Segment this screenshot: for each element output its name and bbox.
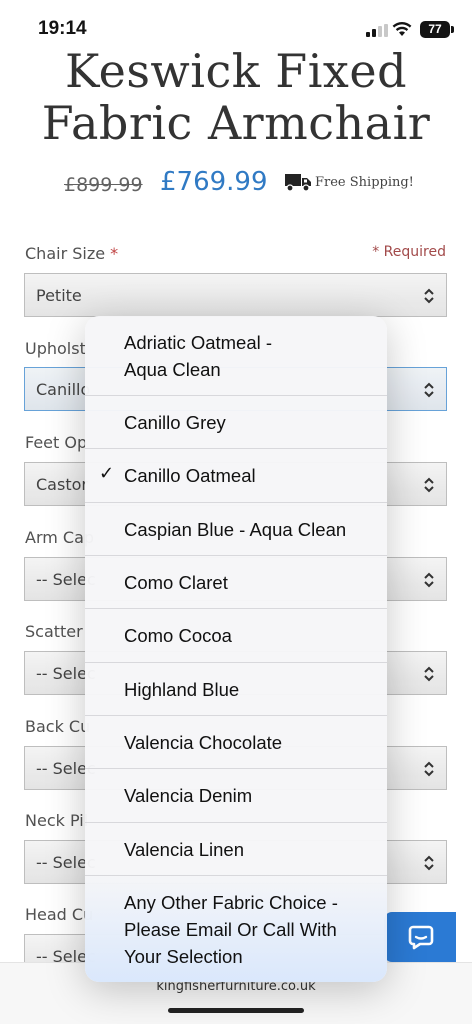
picker-option[interactable]: Caspian Blue - Aqua Clean (85, 503, 387, 556)
option-label: Your Selection (124, 946, 243, 967)
option-label: Valencia Linen (124, 839, 244, 860)
picker-option[interactable]: Highland Blue (85, 663, 387, 716)
option-label: Como Cocoa (124, 625, 232, 646)
option-label: Highland Blue (124, 679, 240, 700)
option-label: Adriatic Oatmeal - (124, 332, 273, 353)
option-label: Valencia Chocolate (124, 732, 283, 753)
upholstery-picker: Adriatic Oatmeal - Aqua Clean Canillo Gr… (85, 316, 387, 982)
picker-option[interactable]: Como Claret (85, 556, 387, 609)
option-label: Canillo Oatmeal (124, 465, 256, 486)
option-label: Any Other Fabric Choice - (124, 892, 338, 913)
picker-option[interactable]: Canillo Grey (85, 396, 387, 449)
option-label: Caspian Blue - Aqua Clean (124, 519, 347, 540)
picker-option[interactable]: Como Cocoa (85, 609, 387, 663)
option-label: Como Claret (124, 572, 228, 593)
picker-option[interactable]: Valencia Denim (85, 769, 387, 823)
checkmark-icon: ✓ (99, 463, 115, 484)
option-label: Aqua Clean (124, 359, 221, 380)
option-label: Valencia Denim (124, 785, 253, 806)
picker-option[interactable]: Any Other Fabric Choice - Please Email O… (85, 876, 387, 982)
option-label: Please Email Or Call With (124, 919, 337, 940)
picker-option[interactable]: Valencia Chocolate (85, 716, 387, 769)
picker-option-selected[interactable]: ✓ Canillo Oatmeal (85, 449, 387, 503)
picker-option[interactable]: Adriatic Oatmeal - Aqua Clean (85, 316, 387, 396)
option-label: Canillo Grey (124, 412, 226, 433)
picker-option[interactable]: Valencia Linen (85, 823, 387, 876)
